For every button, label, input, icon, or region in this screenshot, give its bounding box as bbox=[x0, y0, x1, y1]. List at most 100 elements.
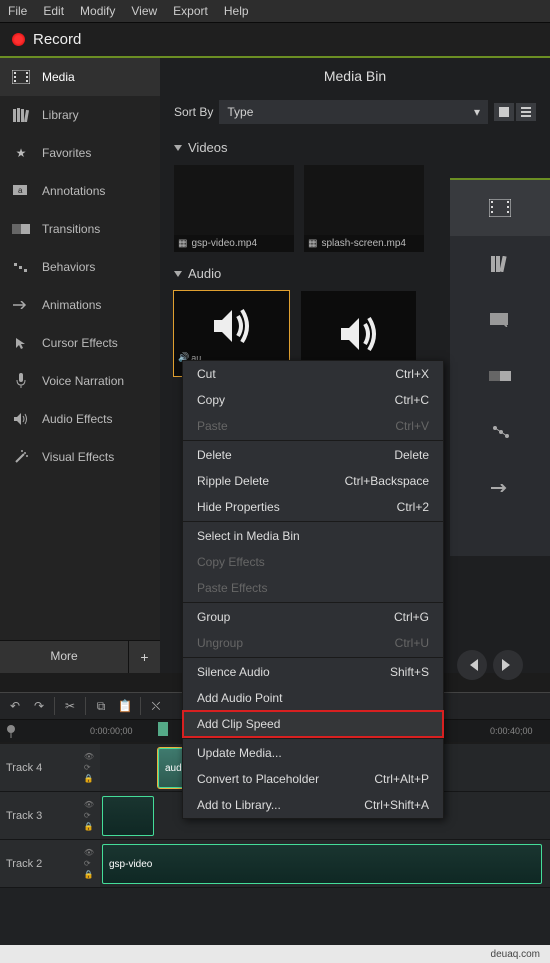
sidebar-item-label: Animations bbox=[42, 298, 101, 312]
media-name: splash-screen.mp4 bbox=[321, 238, 405, 249]
timeline-clip[interactable] bbox=[102, 796, 154, 836]
sidebar-item-audio-effects[interactable]: Audio Effects bbox=[0, 400, 160, 438]
split-button[interactable]: ⛌ bbox=[145, 696, 167, 716]
behaviors-icon bbox=[12, 259, 30, 275]
track-header[interactable]: Track 4👁⟳🔒 bbox=[0, 744, 100, 791]
sidebar-item-transitions[interactable]: Transitions bbox=[0, 210, 160, 248]
context-item[interactable]: Hide PropertiesCtrl+2 bbox=[183, 494, 443, 520]
context-item[interactable]: DeleteDelete bbox=[183, 442, 443, 468]
film-icon: ▦ bbox=[178, 238, 187, 249]
cursor-icon bbox=[12, 335, 30, 351]
sidebar-item-cursor-effects[interactable]: Cursor Effects bbox=[0, 324, 160, 362]
mic-icon bbox=[12, 373, 30, 389]
speaker-icon bbox=[12, 411, 30, 427]
ruler-mark: 0:00:00;00 bbox=[90, 726, 133, 736]
menu-view[interactable]: View bbox=[131, 4, 157, 18]
view-grid-button[interactable] bbox=[494, 103, 514, 121]
sidebar-item-label: Media bbox=[42, 70, 75, 84]
properties-tab-media[interactable] bbox=[450, 180, 550, 236]
context-item: UngroupCtrl+U bbox=[183, 630, 443, 656]
media-name: gsp-video.mp4 bbox=[191, 238, 257, 249]
sidebar-item-label: Voice Narration bbox=[42, 374, 124, 388]
sidebar-item-label: Visual Effects bbox=[42, 450, 114, 464]
context-item[interactable]: Update Media... bbox=[183, 740, 443, 766]
more-bar: More + bbox=[0, 640, 160, 673]
sidebar-item-media[interactable]: Media bbox=[0, 58, 160, 96]
footer-text: deuaq.com bbox=[491, 949, 540, 960]
menu-edit[interactable]: Edit bbox=[43, 4, 64, 18]
context-item: Paste Effects bbox=[183, 575, 443, 601]
ruler-mark: 0:00:40;00 bbox=[490, 726, 533, 736]
context-item[interactable]: Add to Library...Ctrl+Shift+A bbox=[183, 792, 443, 818]
copy-button[interactable]: ⧉ bbox=[90, 696, 112, 716]
section-label: Videos bbox=[188, 140, 228, 155]
sidebar-item-visual-effects[interactable]: Visual Effects bbox=[0, 438, 160, 476]
context-item[interactable]: Add Clip Speed bbox=[183, 711, 443, 737]
next-frame-button[interactable] bbox=[493, 650, 523, 680]
sidebar-item-label: Transitions bbox=[42, 222, 100, 236]
playhead[interactable] bbox=[158, 722, 168, 736]
playback-controls bbox=[430, 645, 550, 685]
sidebar-item-animations[interactable]: Animations bbox=[0, 286, 160, 324]
track-header[interactable]: Track 3👁⟳🔒 bbox=[0, 792, 100, 839]
chevron-down-icon bbox=[174, 145, 182, 151]
redo-button[interactable]: ↷ bbox=[28, 696, 50, 716]
menu-modify[interactable]: Modify bbox=[80, 4, 115, 18]
context-item[interactable]: Select in Media Bin bbox=[183, 523, 443, 549]
arrow-icon bbox=[12, 297, 30, 313]
section-label: Audio bbox=[188, 266, 221, 281]
track-row: Track 2👁⟳🔒gsp-video bbox=[0, 840, 550, 888]
menu-file[interactable]: File bbox=[8, 4, 27, 18]
track-header[interactable]: Track 2👁⟳🔒 bbox=[0, 840, 100, 887]
menu-export[interactable]: Export bbox=[173, 4, 208, 18]
track-body[interactable]: gsp-video bbox=[100, 840, 550, 887]
cut-button[interactable]: ✂ bbox=[59, 696, 81, 716]
record-icon[interactable] bbox=[12, 33, 25, 46]
footer: deuaq.com bbox=[0, 945, 550, 963]
properties-tab-animations[interactable] bbox=[450, 460, 550, 516]
media-bin-title: Media Bin bbox=[160, 58, 550, 94]
context-item[interactable]: Add Audio Point bbox=[183, 685, 443, 711]
sidebar-item-favorites[interactable]: ★Favorites bbox=[0, 134, 160, 172]
sidebar-item-behaviors[interactable]: Behaviors bbox=[0, 248, 160, 286]
sidebar-item-library[interactable]: Library bbox=[0, 96, 160, 134]
sidebar-item-label: Cursor Effects bbox=[42, 336, 118, 350]
videos-section-header[interactable]: Videos bbox=[160, 130, 550, 161]
sort-dropdown[interactable]: Type▾ bbox=[219, 100, 488, 124]
properties-tab-transitions[interactable] bbox=[450, 348, 550, 404]
context-item[interactable]: Silence AudioShift+S bbox=[183, 659, 443, 685]
undo-button[interactable]: ↶ bbox=[4, 696, 26, 716]
sidebar-item-label: Library bbox=[42, 108, 79, 122]
svg-text:a: a bbox=[18, 186, 23, 195]
sidebar-item-label: Behaviors bbox=[42, 260, 95, 274]
context-item[interactable]: CopyCtrl+C bbox=[183, 387, 443, 413]
timeline-clip[interactable]: gsp-video bbox=[102, 844, 542, 884]
sidebar-item-label: Annotations bbox=[42, 184, 105, 198]
context-item[interactable]: CutCtrl+X bbox=[183, 361, 443, 387]
media-item[interactable]: ▦splash-screen.mp4 bbox=[304, 165, 424, 252]
callout-icon: a bbox=[12, 183, 30, 199]
context-item[interactable]: Convert to PlaceholderCtrl+Alt+P bbox=[183, 766, 443, 792]
speaker-icon bbox=[208, 302, 256, 350]
context-item[interactable]: Ripple DeleteCtrl+Backspace bbox=[183, 468, 443, 494]
more-button[interactable]: More bbox=[0, 641, 128, 673]
record-bar: Record bbox=[0, 23, 550, 58]
media-item[interactable]: ▦ gsp-video.mp4 bbox=[174, 165, 294, 252]
sort-label: Sort By bbox=[174, 105, 213, 119]
sidebar: Media Library ★Favorites a Annotations Tr… bbox=[0, 58, 160, 673]
properties-tab-behaviors[interactable] bbox=[450, 404, 550, 460]
add-button[interactable]: + bbox=[128, 641, 160, 673]
record-label[interactable]: Record bbox=[33, 31, 81, 48]
prev-frame-button[interactable] bbox=[457, 650, 487, 680]
context-menu: CutCtrl+XCopyCtrl+CPasteCtrl+VDeleteDele… bbox=[182, 360, 444, 819]
sidebar-item-annotations[interactable]: a Annotations bbox=[0, 172, 160, 210]
view-list-button[interactable] bbox=[516, 103, 536, 121]
speaker-icon bbox=[335, 310, 383, 358]
sidebar-item-voice-narration[interactable]: Voice Narration bbox=[0, 362, 160, 400]
menu-help[interactable]: Help bbox=[224, 4, 249, 18]
properties-tab-annotations[interactable] bbox=[450, 292, 550, 348]
properties-tab-library[interactable] bbox=[450, 236, 550, 292]
sort-value: Type bbox=[227, 105, 253, 119]
context-item[interactable]: GroupCtrl+G bbox=[183, 604, 443, 630]
paste-button[interactable]: 📋 bbox=[114, 696, 136, 716]
